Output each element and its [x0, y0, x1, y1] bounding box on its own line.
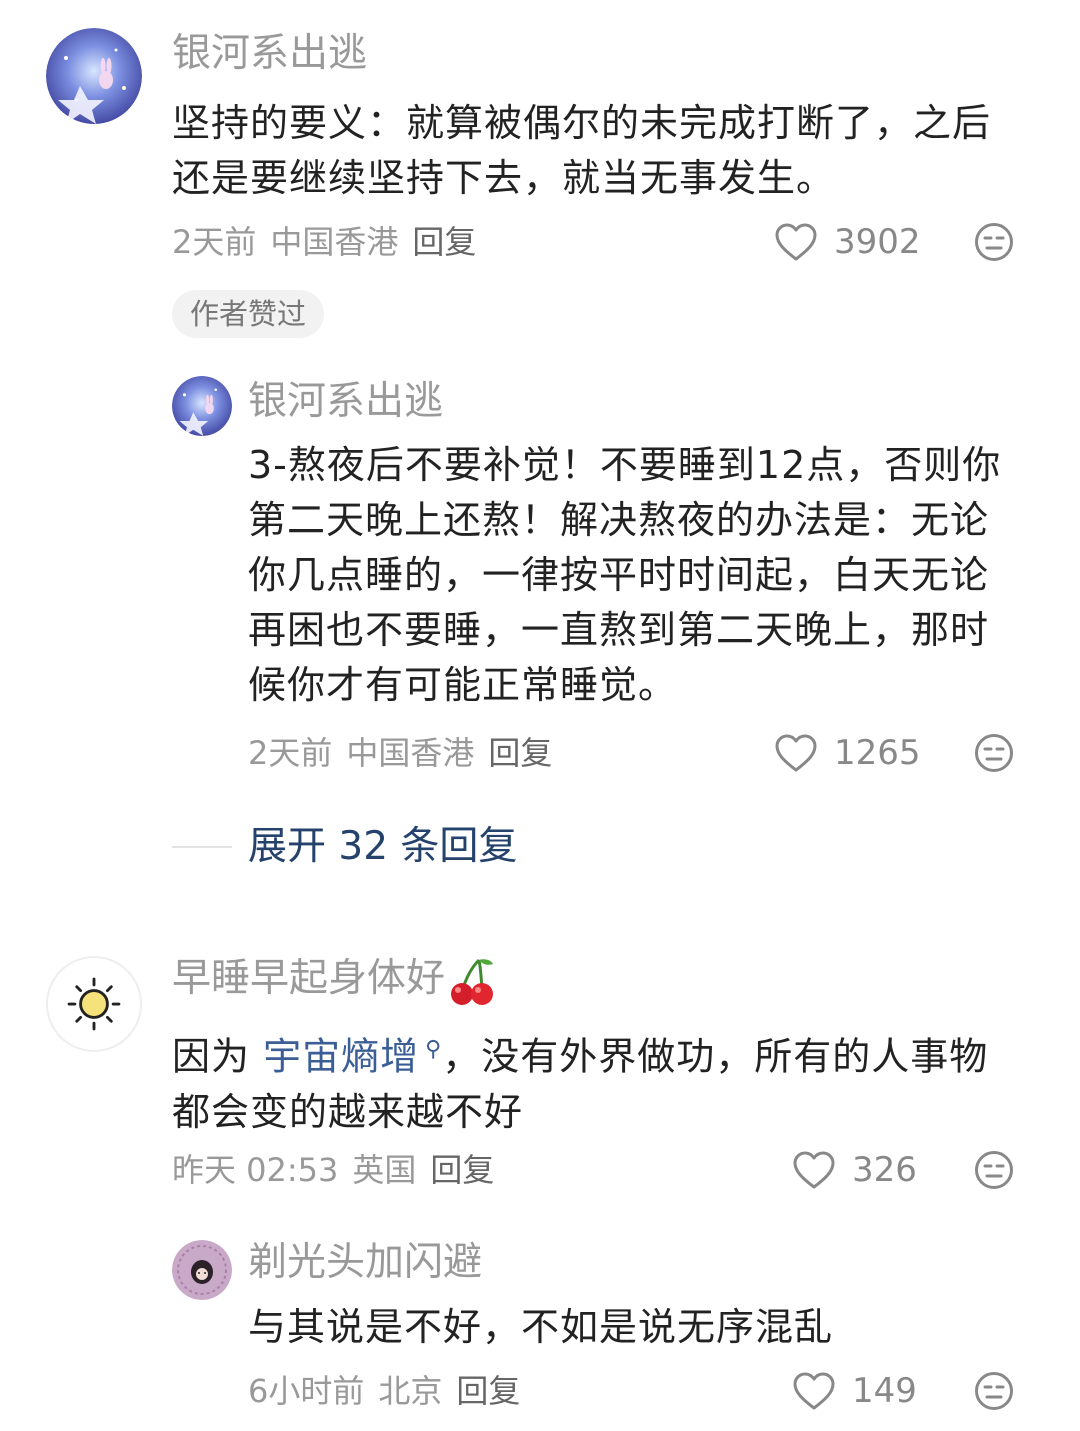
like-button[interactable]: 149	[792, 1369, 917, 1413]
search-link[interactable]: 宇宙熵增	[263, 1035, 419, 1079]
reply-button[interactable]: 回复	[430, 1151, 494, 1189]
reply-button[interactable]: 回复	[456, 1372, 520, 1410]
comment-location: 中国香港	[270, 223, 399, 261]
meh-face-icon	[975, 734, 1013, 772]
comment-time: 2天前	[172, 223, 257, 261]
comment-username[interactable]: 早睡早起身体好	[172, 955, 495, 1006]
comment-username[interactable]: 银河系出逃	[172, 30, 367, 78]
reply-username[interactable]: 银河系出逃	[248, 378, 443, 426]
comment-meta: 2天前 中国香港 回复	[172, 222, 490, 262]
author-liked-badge: 作者赞过	[172, 290, 325, 338]
reply-location: 北京	[378, 1372, 443, 1410]
comment-time: 昨天 02:53	[172, 1151, 339, 1189]
heart-outline-icon	[775, 223, 817, 261]
comment-text-prefix: 因为	[172, 1034, 264, 1079]
expand-replies-button[interactable]: 展开 32 条回复	[248, 824, 517, 870]
cherry-emoji	[451, 958, 494, 1005]
comment-text: 因为 宇宙熵增 ⚲，没有外界做功，所有的人事物都会变的越来越不好	[172, 1022, 1022, 1140]
dislike-button[interactable]	[974, 222, 1014, 262]
reply-meta: 6小时前 北京 回复	[248, 1371, 534, 1411]
reply-text: 3-熬夜后不要补觉！不要睡到12点，否则你第二天晚上还熬！解决熬夜的办法是：无论…	[248, 443, 1002, 707]
expand-divider	[172, 846, 232, 848]
dislike-button[interactable]	[974, 733, 1014, 773]
reply-time: 6小时前	[248, 1372, 365, 1410]
reply-button[interactable]: 回复	[488, 734, 552, 772]
avatar[interactable]	[46, 956, 142, 1052]
like-button[interactable]: 326	[792, 1148, 917, 1192]
like-count: 3902	[834, 222, 921, 262]
search-icon[interactable]: ⚲	[425, 1037, 442, 1062]
heart-outline-icon	[775, 734, 817, 772]
reply-time: 2天前	[248, 734, 333, 772]
dislike-button[interactable]	[974, 1371, 1014, 1411]
comment-text: 坚持的要义：就算被偶尔的未完成打断了，之后还是要继续坚持下去，就当无事发生。	[172, 101, 992, 200]
meh-face-icon	[975, 223, 1013, 261]
like-button[interactable]: 3902	[774, 220, 921, 264]
comment-username-text: 早睡早起身体好	[172, 956, 446, 1001]
reply-location: 中国香港	[346, 734, 475, 772]
like-button[interactable]: 1265	[774, 731, 921, 775]
reply-text: 与其说是不好，不如是说无序混乱	[248, 1305, 834, 1349]
comment-location: 英国	[352, 1151, 417, 1189]
like-count: 326	[852, 1150, 917, 1190]
like-count: 1265	[834, 733, 921, 773]
avatar[interactable]	[172, 376, 232, 436]
meh-face-icon	[975, 1372, 1013, 1410]
avatar[interactable]	[46, 28, 142, 124]
like-count: 149	[852, 1371, 917, 1411]
heart-outline-icon	[793, 1372, 835, 1410]
avatar[interactable]	[172, 1240, 232, 1300]
reply-button[interactable]: 回复	[412, 223, 476, 261]
meh-face-icon	[975, 1151, 1013, 1189]
dislike-button[interactable]	[974, 1150, 1014, 1190]
reply-meta: 2天前 中国香港 回复	[248, 733, 566, 773]
comment-meta: 昨天 02:53 英国 回复	[172, 1150, 508, 1190]
heart-outline-icon	[793, 1151, 835, 1189]
reply-username[interactable]: 剃光头加闪避	[248, 1239, 482, 1287]
